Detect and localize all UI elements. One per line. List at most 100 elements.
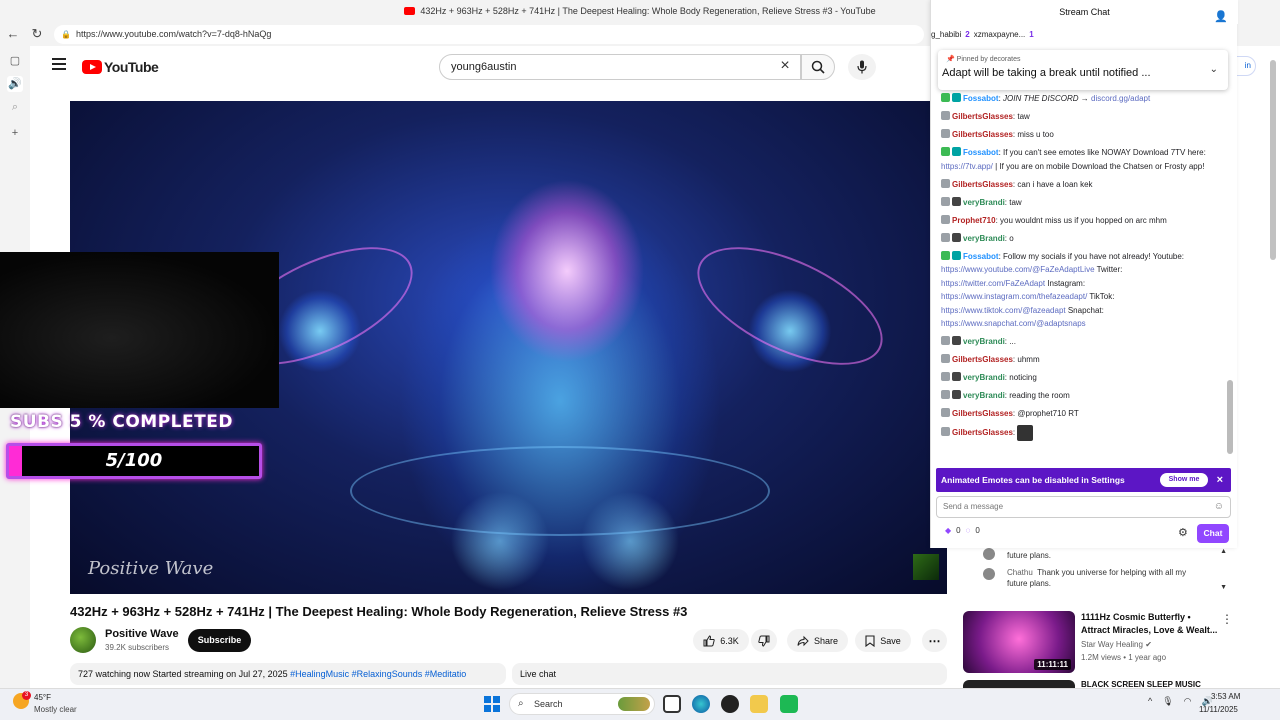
reload-icon[interactable]: ↻ <box>28 25 46 43</box>
channel-points[interactable]: ◆ 0 ◌ 0 <box>945 526 980 535</box>
chat-send-button[interactable]: Chat <box>1197 524 1229 543</box>
file-explorer-icon[interactable] <box>750 695 768 713</box>
app-icon[interactable] <box>780 695 798 713</box>
channel-watermark-thumb[interactable] <box>913 554 939 580</box>
save-button[interactable]: Save <box>855 629 911 652</box>
more-vertical-icon[interactable]: ⋮ <box>1221 612 1233 626</box>
search-icon: ⌕ <box>518 698 524 709</box>
scroll-down-arrow-icon[interactable]: ▼ <box>1220 584 1227 591</box>
task-view-icon[interactable] <box>663 695 681 713</box>
weather-description[interactable]: Mostly clear <box>34 705 77 714</box>
channel-name[interactable]: Positive Wave <box>105 628 179 640</box>
chat-username[interactable]: GilbertsGlasses <box>952 409 1013 418</box>
scroll-up-arrow-icon[interactable]: ▲ <box>1220 548 1227 555</box>
user-badge-icon <box>941 147 950 156</box>
description-hashtags[interactable]: #HealingMusic #RelaxingSounds #Meditatio <box>290 669 466 679</box>
chat-username[interactable]: Fossabot <box>963 148 999 157</box>
chat-message: GilbertsGlasses: <box>941 425 1228 441</box>
window-title: 432Hz + 963Hz + 528Hz + 741Hz | The Deep… <box>420 6 876 16</box>
rail-search-icon[interactable]: ⌕ <box>7 99 23 115</box>
taskbar-search[interactable]: ⌕ Search <box>509 693 655 715</box>
description-box[interactable]: 727 watching now Started streaming on Ju… <box>70 663 506 685</box>
hamburger-menu-icon[interactable] <box>52 58 66 70</box>
chat-message: GilbertsGlasses: uhmm <box>941 353 1228 367</box>
media-player-icon[interactable] <box>721 695 739 713</box>
chat-scrollbar[interactable] <box>1227 380 1233 454</box>
tab-actions-icon[interactable]: ▢ <box>7 53 23 69</box>
clock-time[interactable]: 3:53 AM <box>1211 692 1240 701</box>
address-bar[interactable]: 🔒 https://www.youtube.com/watch?v=7-dq8-… <box>54 25 924 44</box>
pinned-by-text: Pinned by decorates <box>956 56 1021 63</box>
chevron-down-icon[interactable]: ⌄ <box>1210 64 1218 75</box>
chat-text: uhmm <box>1017 355 1040 364</box>
chat-username[interactable]: GilbertsGlasses <box>952 130 1013 139</box>
chat-link[interactable]: https://7tv.app/ <box>941 162 993 171</box>
scrollbar-thumb[interactable] <box>1270 60 1276 260</box>
search-input[interactable]: young6austin <box>439 54 801 80</box>
chevron-up-icon[interactable]: ^ <box>1148 696 1152 707</box>
chat-link[interactable]: https://www.youtube.com/@FaZeAdaptLive <box>941 265 1095 274</box>
clock-date[interactable]: 11/11/2025 <box>1199 705 1238 714</box>
channel-avatar[interactable] <box>70 627 96 653</box>
chat-username[interactable]: Fossabot <box>963 252 999 261</box>
chat-username[interactable]: Prophet710 <box>952 216 996 225</box>
chat-text: Snapchat: <box>1065 305 1104 315</box>
speaker-tab-icon[interactable]: 🔊 <box>7 76 23 92</box>
youtube-logo[interactable]: YouTube <box>82 59 159 75</box>
chat-message-list: Fossabot: JOIN THE DISCORD → discord.gg/… <box>941 92 1228 446</box>
chat-username[interactable]: GilbertsGlasses <box>952 355 1013 364</box>
clear-search-icon[interactable]: × <box>776 57 794 75</box>
microphone-icon[interactable]: 🎙 <box>1162 696 1173 707</box>
windows-start-icon[interactable] <box>484 696 500 712</box>
subscribe-button[interactable]: Subscribe <box>188 629 251 652</box>
user-badge-icon <box>952 196 961 206</box>
microphone-icon <box>857 60 867 74</box>
chat-username[interactable]: veryBrandi <box>963 373 1005 382</box>
chat-username[interactable]: veryBrandi <box>963 391 1005 400</box>
chat-message-input[interactable]: Send a message ☺ <box>936 496 1231 518</box>
chat-text: | If you are on mobile Download the Chat… <box>992 161 1205 171</box>
search-button[interactable] <box>801 54 835 80</box>
back-arrow-icon[interactable]: ← <box>4 25 22 43</box>
close-icon[interactable]: × <box>1217 468 1223 492</box>
new-tab-plus-icon[interactable]: + <box>7 125 23 141</box>
chat-link[interactable]: https://twitter.com/FaZeAdapt <box>941 279 1045 288</box>
save-label: Save <box>880 635 901 646</box>
chat-username[interactable]: GilbertsGlasses <box>952 180 1013 189</box>
recommended-thumbnail[interactable] <box>963 680 1075 688</box>
recommended-title[interactable]: 1111Hz Cosmic Butterfly • Attract Miracl… <box>1081 611 1219 637</box>
chat-link[interactable]: discord.gg/adapt <box>1091 94 1150 103</box>
live-chat-panel-label[interactable]: Live chat <box>512 663 947 685</box>
chat-link[interactable]: https://www.tiktok.com/@fazeadapt <box>941 306 1066 315</box>
chat-username[interactable]: veryBrandi <box>963 337 1005 346</box>
recommended-title[interactable]: BLACK SCREEN SLEEP MUSIC <box>1081 680 1241 688</box>
chat-message: Prophet710: you wouldnt miss us if you h… <box>941 214 1228 228</box>
sub-goal-progress-bar: 5/100 <box>6 443 262 479</box>
chat-username[interactable]: GilbertsGlasses <box>952 428 1013 437</box>
recommended-channel[interactable]: Star Way Healing ✔ <box>1081 640 1152 649</box>
chat-username[interactable]: veryBrandi <box>963 234 1005 243</box>
more-actions-button[interactable]: ⋯ <box>922 629 947 652</box>
site-info-icon[interactable]: 🔒 <box>61 25 71 44</box>
chat-username[interactable]: veryBrandi <box>963 198 1005 207</box>
page-scrollbar[interactable] <box>1268 50 1278 688</box>
weather-temperature[interactable]: 45°F <box>34 693 51 702</box>
gear-icon[interactable]: ⚙ <box>1178 526 1188 539</box>
chat-username[interactable]: Fossabot <box>963 94 999 103</box>
chat-link[interactable]: https://www.snapchat.com/@adaptsnaps <box>941 319 1086 328</box>
edge-browser-icon[interactable] <box>692 695 710 713</box>
pinned-message[interactable]: 📌 Pinned by decorates Adapt will be taki… <box>938 50 1228 90</box>
chat-link[interactable]: https://www.instagram.com/thefazeadapt/ <box>941 292 1087 301</box>
dislike-button[interactable] <box>751 629 777 652</box>
chat-username[interactable]: GilbertsGlasses <box>952 112 1013 121</box>
emote-image[interactable] <box>1017 425 1034 441</box>
wifi-icon[interactable]: ◠ <box>1184 696 1192 707</box>
show-me-button[interactable]: Show me <box>1160 473 1208 487</box>
chat-gift-leaderboard: g_habibi 2 xzmaxpayne... 1 <box>931 24 1238 44</box>
recommended-thumbnail[interactable]: 11:11:11 <box>963 611 1075 673</box>
user-badge-icon <box>941 232 950 242</box>
like-button[interactable]: 6.3K <box>693 629 749 652</box>
voice-search-button[interactable] <box>848 54 876 80</box>
emote-picker-icon[interactable]: ☺ <box>1214 497 1224 517</box>
share-button[interactable]: Share <box>787 629 848 652</box>
